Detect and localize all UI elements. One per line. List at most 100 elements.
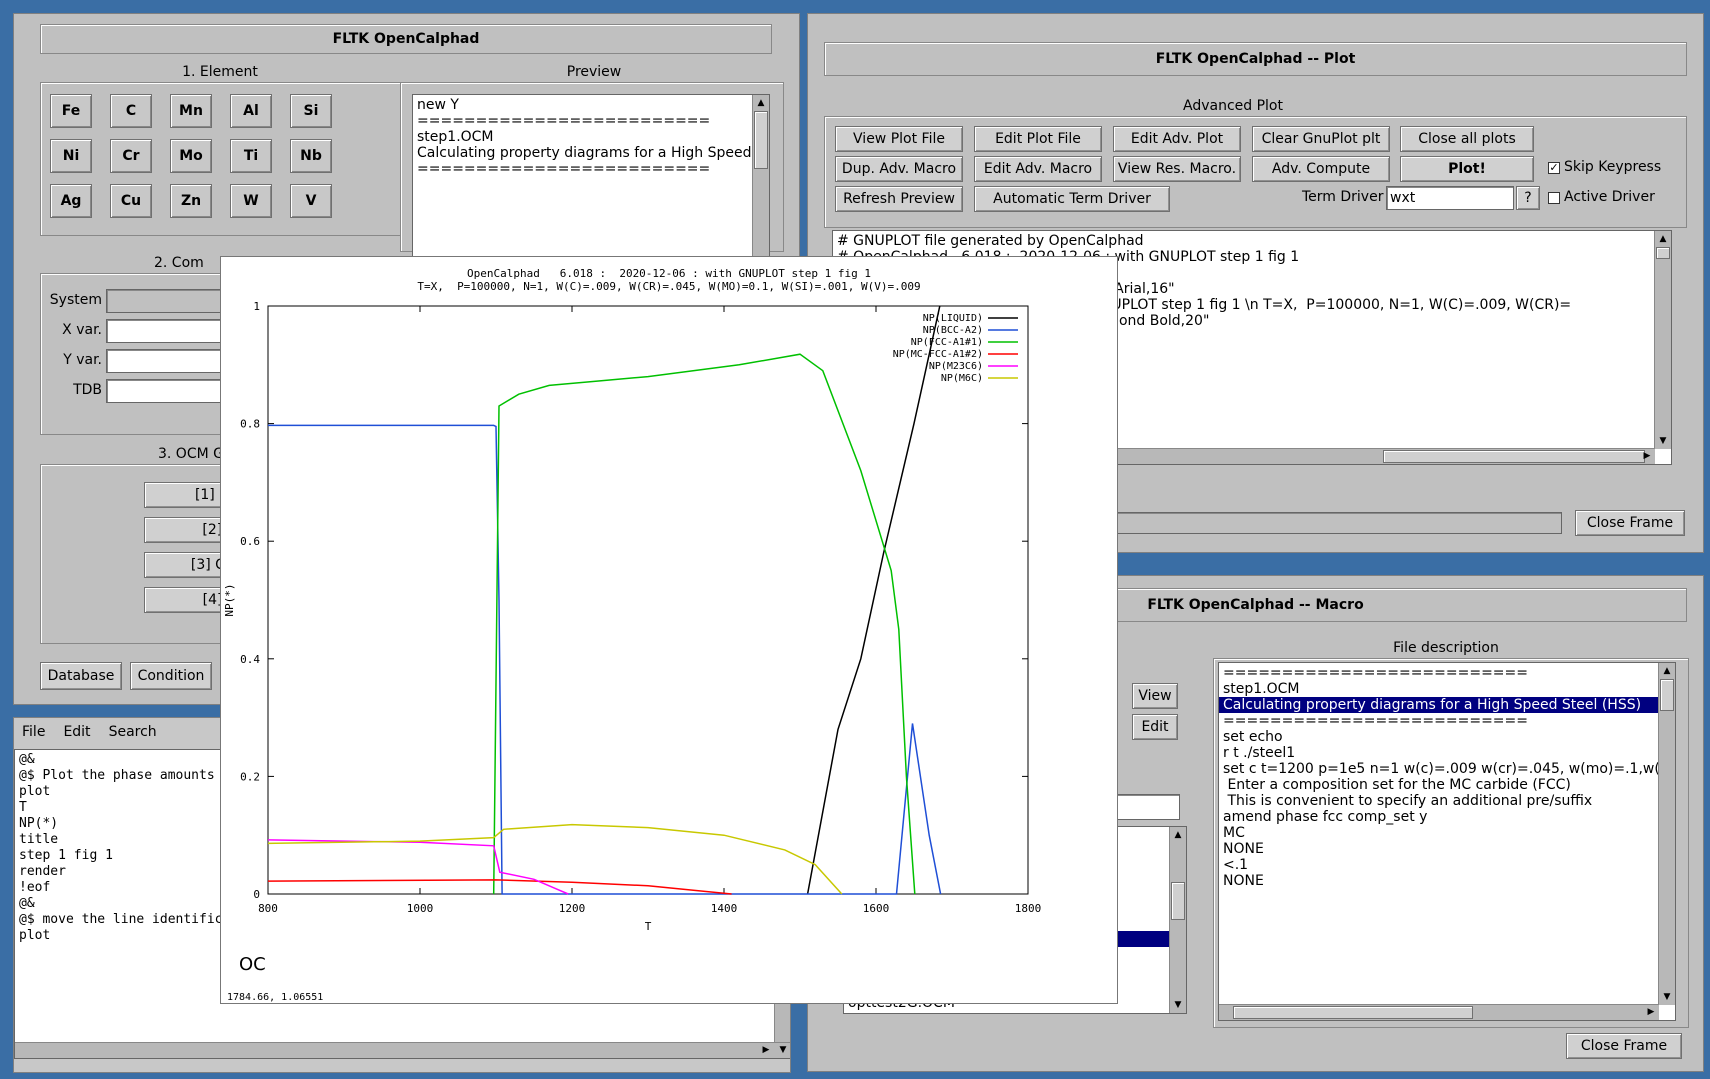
- y-tick-label: 0.6: [240, 535, 260, 548]
- element-button-cr[interactable]: Cr: [110, 139, 152, 173]
- series-line-np-bcc-a2: [268, 424, 942, 895]
- preview-line: step1.OCM: [417, 129, 494, 145]
- scroll-down-icon[interactable]: ▼: [1656, 434, 1670, 448]
- description-line: step1.OCM: [1223, 681, 1300, 697]
- database-button[interactable]: Database: [40, 662, 122, 690]
- description-line: amend phase fcc comp_set y: [1223, 809, 1428, 825]
- x-tick-label: 1200: [559, 902, 586, 915]
- desc-vscroll[interactable]: ▲ ▼: [1658, 663, 1675, 1005]
- preview-line: =========================: [417, 161, 711, 177]
- legend-label: NP(BCC-A2): [923, 325, 983, 336]
- plot-file-vscroll[interactable]: ▲ ▼: [1654, 231, 1671, 449]
- preview-line: new Y: [417, 97, 459, 113]
- view-plot-file-button[interactable]: View Plot File: [835, 126, 963, 152]
- adv-compute-button[interactable]: Adv. Compute: [1252, 156, 1390, 182]
- plot-button[interactable]: Plot!: [1400, 156, 1534, 182]
- term-driver-input[interactable]: wxt: [1386, 186, 1514, 210]
- scroll-up-icon[interactable]: ▲: [754, 96, 768, 110]
- element-button-ag[interactable]: Ag: [50, 184, 92, 218]
- main-window-title: FLTK OpenCalphad: [40, 24, 772, 54]
- edit-adv-macro-button[interactable]: Edit Adv. Macro: [974, 156, 1102, 182]
- term-driver-help-button[interactable]: ?: [1516, 186, 1540, 210]
- description-line: ==========================: [1223, 713, 1528, 729]
- element-button-ni[interactable]: Ni: [50, 139, 92, 173]
- element-button-cu[interactable]: Cu: [110, 184, 152, 218]
- field-label: X var.: [62, 322, 102, 338]
- macro-list-vscroll[interactable]: ▲ ▼: [1169, 827, 1186, 1013]
- description-line: Enter a composition set for the MC carbi…: [1223, 777, 1571, 793]
- element-button-al[interactable]: Al: [230, 94, 272, 128]
- skip-keypress-label: Skip Keypress: [1564, 159, 1662, 175]
- plot-frame: [267, 305, 1029, 895]
- scroll-right-icon[interactable]: ▶: [1640, 449, 1654, 463]
- description-line: ==========================: [1223, 665, 1528, 681]
- preview-scroll-thumb[interactable]: [754, 111, 768, 169]
- plot-file-vthumb[interactable]: [1656, 247, 1670, 259]
- element-button-mo[interactable]: Mo: [170, 139, 212, 173]
- plot-file-line: # GNUPLOT file generated by OpenCalphad: [837, 233, 1144, 249]
- preview-lines: new Y ========================= step1.OCM C…: [417, 97, 751, 177]
- plot-close-frame-button[interactable]: Close Frame: [1575, 510, 1685, 536]
- element-button-w[interactable]: W: [230, 184, 272, 218]
- macro-path-field[interactable]: [1108, 794, 1180, 820]
- view-res-macro-button[interactable]: View Res. Macro.: [1113, 156, 1241, 182]
- menu-search[interactable]: Search: [109, 724, 157, 740]
- active-driver-label: Active Driver: [1564, 189, 1655, 205]
- description-line: r t ./steel1: [1223, 745, 1296, 761]
- refresh-preview-button[interactable]: Refresh Preview: [835, 186, 963, 212]
- y-tick-label: 0.4: [240, 653, 260, 666]
- legend-label: NP(MC-FCC-A1#2): [893, 349, 983, 360]
- element-button-c[interactable]: C: [110, 94, 152, 128]
- desc-hscroll[interactable]: ▶: [1219, 1004, 1659, 1020]
- description-line: <.1: [1223, 857, 1249, 873]
- file-description-lines: ========================== step1.OCM Calcu…: [1219, 665, 1675, 889]
- x-tick-label: 1800: [1015, 902, 1042, 915]
- file-description-text[interactable]: ========================== step1.OCM Calcu…: [1218, 662, 1676, 1021]
- scroll-up-icon[interactable]: ▲: [1656, 232, 1670, 246]
- element-group: [40, 82, 402, 236]
- description-line: NONE: [1223, 841, 1264, 857]
- macro-list-thumb[interactable]: [1171, 882, 1185, 920]
- desc-vthumb[interactable]: [1660, 679, 1674, 711]
- menu-file[interactable]: File: [22, 724, 45, 740]
- advanced-plot-label: Advanced Plot: [1183, 98, 1283, 114]
- active-driver-checkbox[interactable]: [1548, 192, 1560, 204]
- element-button-mn[interactable]: Mn: [170, 94, 212, 128]
- edit-plot-file-button[interactable]: Edit Plot File: [974, 126, 1102, 152]
- scroll-up-icon[interactable]: ▲: [1171, 828, 1185, 842]
- editor-hscroll[interactable]: ▶ ▼: [15, 1042, 790, 1058]
- element-button-nb[interactable]: Nb: [290, 139, 332, 173]
- desc-hthumb[interactable]: [1233, 1006, 1473, 1019]
- scroll-down-icon[interactable]: ▼: [1171, 998, 1185, 1012]
- preview-scrollbar[interactable]: ▲: [752, 95, 769, 261]
- condition-button[interactable]: Condition: [130, 662, 212, 690]
- series-line-np-mc-fcc-a1-2: [267, 879, 732, 895]
- x-tick-label: 800: [258, 902, 278, 915]
- edit-button[interactable]: Edit: [1132, 714, 1178, 740]
- scroll-up-icon[interactable]: ▲: [1660, 664, 1674, 678]
- gnuplot-window[interactable]: OpenCalphad 6.018 : 2020-12-06 : with GN…: [220, 256, 1118, 1004]
- description-line: MC: [1223, 825, 1245, 841]
- automatic-term-driver-button[interactable]: Automatic Term Driver: [974, 186, 1170, 212]
- scroll-down-icon[interactable]: ▼: [776, 1043, 790, 1057]
- element-button-fe[interactable]: Fe: [50, 94, 92, 128]
- plot-file-hthumb[interactable]: [1383, 450, 1645, 463]
- macro-close-frame-button[interactable]: Close Frame: [1566, 1033, 1682, 1059]
- y-tick-label: 0.8: [240, 418, 260, 431]
- scroll-right-icon[interactable]: ▶: [759, 1043, 773, 1057]
- menu-edit[interactable]: Edit: [63, 724, 90, 740]
- preview-text[interactable]: new Y ========================= step1.OCM C…: [412, 94, 770, 262]
- dup-adv-macro-button[interactable]: Dup. Adv. Macro: [835, 156, 963, 182]
- skip-keypress-checkbox[interactable]: ✓: [1548, 162, 1560, 174]
- edit-adv-plot-button[interactable]: Edit Adv. Plot: [1113, 126, 1241, 152]
- element-button-ti[interactable]: Ti: [230, 139, 272, 173]
- element-button-v[interactable]: V: [290, 184, 332, 218]
- close-all-plots-button[interactable]: Close all plots: [1400, 126, 1534, 152]
- view-button[interactable]: View: [1132, 683, 1178, 709]
- scroll-right-icon[interactable]: ▶: [1644, 1005, 1658, 1019]
- element-button-si[interactable]: Si: [290, 94, 332, 128]
- clear-gnuplot-plt-button[interactable]: Clear GnuPlot plt: [1252, 126, 1390, 152]
- scroll-down-icon[interactable]: ▼: [1660, 990, 1674, 1004]
- description-line: set echo: [1223, 729, 1283, 745]
- element-button-zn[interactable]: Zn: [170, 184, 212, 218]
